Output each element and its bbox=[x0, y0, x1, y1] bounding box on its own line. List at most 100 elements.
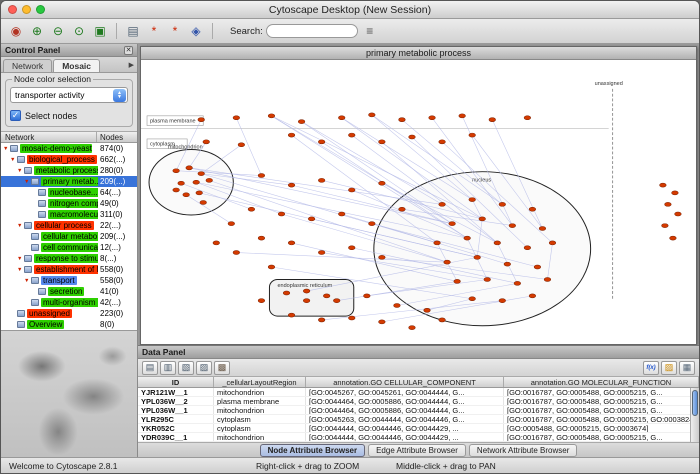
network-node[interactable] bbox=[409, 135, 416, 139]
network-node[interactable] bbox=[233, 251, 240, 255]
tree-row[interactable]: cellular metabo...209(...) bbox=[1, 231, 137, 242]
network-node[interactable] bbox=[364, 294, 371, 298]
import-table-icon[interactable]: ▦ bbox=[679, 361, 695, 375]
network-node[interactable] bbox=[203, 140, 210, 144]
trash-icon[interactable]: ▩ bbox=[214, 361, 230, 375]
network-node[interactable] bbox=[379, 255, 386, 259]
network-node[interactable] bbox=[429, 116, 436, 120]
expand-arrow-icon[interactable]: ▼ bbox=[24, 179, 31, 185]
network-node[interactable] bbox=[198, 172, 205, 176]
network-node[interactable] bbox=[308, 217, 315, 221]
network-node[interactable] bbox=[258, 299, 265, 303]
tree-header-nodes[interactable]: Nodes bbox=[97, 133, 137, 142]
zoom-window-icon[interactable] bbox=[36, 5, 45, 14]
network-node[interactable] bbox=[206, 178, 213, 182]
column-header[interactable]: ID bbox=[138, 377, 214, 387]
delete-attribute-icon[interactable]: ▨ bbox=[196, 361, 212, 375]
tree-row[interactable]: cell communica...12(...) bbox=[1, 242, 137, 253]
session-icon[interactable]: ◉ bbox=[7, 22, 25, 40]
network-canvas[interactable]: plasma membranecytoplasmmitochondrionnuc… bbox=[141, 60, 696, 344]
expand-arrow-icon[interactable]: ▼ bbox=[17, 223, 24, 229]
network-node[interactable] bbox=[399, 118, 406, 122]
network-node[interactable] bbox=[369, 113, 376, 117]
search-options-icon[interactable]: ≡ bbox=[361, 22, 379, 40]
network-node[interactable] bbox=[318, 318, 325, 322]
network-node[interactable] bbox=[504, 262, 511, 266]
network-node[interactable] bbox=[268, 114, 275, 118]
tree-row[interactable]: Overview8(0) bbox=[1, 319, 137, 330]
network-node[interactable] bbox=[173, 169, 180, 173]
network-overview-thumbnail[interactable] bbox=[1, 330, 137, 457]
network-node[interactable] bbox=[409, 326, 416, 330]
tree-row[interactable]: multi-organism pro...42(...) bbox=[1, 297, 137, 308]
tree-row[interactable]: ▼transport558(0) bbox=[1, 275, 137, 286]
network-node[interactable] bbox=[474, 255, 481, 259]
tree-row[interactable]: ▼establishment of lo...558(0) bbox=[1, 264, 137, 275]
network-node[interactable] bbox=[660, 183, 667, 187]
network-node[interactable] bbox=[439, 140, 446, 144]
network-node[interactable] bbox=[198, 118, 205, 122]
column-header[interactable]: annotation.GO CELLULAR_COMPONENT bbox=[306, 377, 504, 387]
network-node[interactable] bbox=[283, 291, 290, 295]
tree-row[interactable]: nucleobase...64(...) bbox=[1, 187, 137, 198]
network-node[interactable] bbox=[484, 277, 491, 281]
network-node[interactable] bbox=[268, 265, 275, 269]
network-node[interactable] bbox=[479, 217, 486, 221]
network-node[interactable] bbox=[529, 207, 536, 211]
network-edge[interactable] bbox=[342, 118, 472, 200]
network-node[interactable] bbox=[469, 297, 476, 301]
network-node[interactable] bbox=[178, 181, 185, 185]
expand-arrow-icon[interactable]: ▼ bbox=[17, 256, 24, 262]
network-node[interactable] bbox=[489, 118, 496, 122]
tree-row[interactable]: ▼mosaic-demo-yeast874(0) bbox=[1, 143, 137, 154]
network-node[interactable] bbox=[672, 191, 679, 195]
network-node[interactable] bbox=[288, 241, 295, 245]
column-header[interactable]: _cellularLayoutRegion bbox=[214, 377, 306, 387]
network-node[interactable] bbox=[318, 178, 325, 182]
network-node[interactable] bbox=[196, 191, 203, 195]
network-node[interactable] bbox=[499, 299, 506, 303]
network-node[interactable] bbox=[464, 236, 471, 240]
network-node[interactable] bbox=[469, 198, 476, 202]
network-node[interactable] bbox=[258, 174, 265, 178]
select-attributes-icon[interactable]: ▤ bbox=[142, 361, 158, 375]
tab-network-attribute-browser[interactable]: Network Attribute Browser bbox=[469, 444, 577, 457]
network-node[interactable] bbox=[539, 226, 546, 230]
network-view-title[interactable]: primary metabolic process bbox=[141, 47, 696, 60]
network-node[interactable] bbox=[662, 224, 669, 228]
network-node[interactable] bbox=[298, 120, 305, 124]
network-node[interactable] bbox=[670, 236, 677, 240]
network-node[interactable] bbox=[439, 202, 446, 206]
tree-row[interactable]: nitrogen compo...49(0) bbox=[1, 198, 137, 209]
network-node[interactable] bbox=[338, 116, 345, 120]
network-node[interactable] bbox=[228, 222, 235, 226]
tree-row[interactable]: ▼cellular process22(...) bbox=[1, 220, 137, 231]
network-node[interactable] bbox=[238, 143, 245, 147]
zoom-in-icon[interactable]: ⊕ bbox=[28, 22, 46, 40]
tree-row[interactable]: ▼primary metab...209(...) bbox=[1, 176, 137, 187]
zoom-selected-icon[interactable]: ⊙ bbox=[70, 22, 88, 40]
network-node[interactable] bbox=[534, 265, 541, 269]
network-node[interactable] bbox=[233, 116, 240, 120]
table-row[interactable]: YLR295Ccytoplasm[GO:0045263, GO:0044444,… bbox=[138, 415, 699, 424]
zoom-out-icon[interactable]: ⊖ bbox=[49, 22, 67, 40]
network-node[interactable] bbox=[665, 202, 672, 206]
tree-row[interactable]: ▼metabolic process280(0) bbox=[1, 165, 137, 176]
control-panel-close-icon[interactable]: ✕ bbox=[124, 46, 133, 55]
formula-builder-icon[interactable]: f(x) bbox=[643, 361, 659, 375]
network-node[interactable] bbox=[193, 180, 200, 184]
tree-row[interactable]: macromolecule...311(0) bbox=[1, 209, 137, 220]
network-node[interactable] bbox=[379, 181, 386, 185]
open-folder-icon[interactable]: ▨ bbox=[661, 361, 677, 375]
network-node[interactable] bbox=[379, 320, 386, 324]
network-node[interactable] bbox=[348, 246, 355, 250]
network-node[interactable] bbox=[318, 140, 325, 144]
tab-network[interactable]: Network bbox=[3, 59, 52, 72]
network-node[interactable] bbox=[469, 133, 476, 137]
tree-row[interactable]: secretion41(0) bbox=[1, 286, 137, 297]
network-node[interactable] bbox=[459, 114, 466, 118]
table-scrollbar-thumb[interactable] bbox=[692, 390, 698, 416]
tree-header-network[interactable]: Network bbox=[1, 132, 97, 142]
tab-mosaic[interactable]: Mosaic bbox=[53, 59, 100, 72]
unselect-attributes-icon[interactable]: ▥ bbox=[160, 361, 176, 375]
